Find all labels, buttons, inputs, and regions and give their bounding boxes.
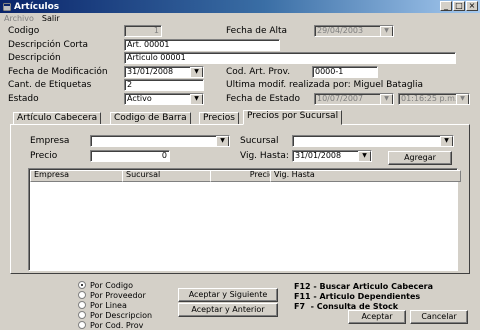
search-options: Por Codigo Por Proveedor Por Linea Por D… [78, 280, 168, 330]
aceptar-anterior-button[interactable]: Aceptar y Anterior [178, 303, 278, 317]
menu-salir[interactable]: Salir [38, 14, 64, 23]
radio-indicator[interactable] [78, 291, 86, 299]
chevron-down-icon[interactable]: ▼ [380, 26, 393, 36]
fecha-alta-value: 29/04/2003 [317, 26, 364, 35]
chevron-down-icon[interactable]: ▼ [456, 94, 469, 104]
fecha-mod-label: Fecha de Modificación [8, 67, 108, 77]
minimize-button[interactable]: _ [440, 1, 452, 11]
codigo-field[interactable]: 1 [124, 25, 162, 37]
aceptar-button[interactable]: Aceptar [348, 310, 406, 324]
agregar-button[interactable]: Agregar [388, 151, 452, 165]
maximize-button[interactable]: □ [453, 1, 465, 11]
estado-label: Estado [8, 94, 39, 104]
fecha-estado-value: 10/07/2007 [317, 94, 364, 103]
chevron-down-icon[interactable]: ▼ [190, 67, 203, 77]
radio-indicator[interactable] [78, 301, 86, 309]
fecha-estado-label: Fecha de Estado [226, 94, 300, 104]
fecha-estado-field[interactable]: 10/07/2007 ▼ [314, 93, 394, 105]
cod-art-prov-field[interactable]: 0000-1 [312, 66, 378, 78]
grid-header-empresa[interactable]: Empresa [30, 170, 127, 182]
cod-art-prov-label: Cod. Art. Prov. [226, 67, 291, 77]
grid-header-precio[interactable]: Precio [210, 170, 278, 182]
estado-value: Activo [127, 94, 152, 103]
radio-por-cod-prov[interactable]: Por Cod. Prov [78, 320, 168, 330]
aceptar-siguiente-button[interactable]: Aceptar y Siguiente [178, 288, 278, 302]
radio-por-codigo[interactable]: Por Codigo [78, 280, 168, 290]
ultima-modif-text: Ultima modif. realizada por: Miguel Bata… [226, 80, 424, 90]
desc-corta-label: Descripción Corta [8, 40, 89, 50]
hora-estado-field[interactable]: 01:16:25 p.m. ▼ [398, 93, 470, 105]
precio-label: Precio [30, 151, 58, 161]
chevron-down-icon[interactable]: ▼ [358, 151, 371, 161]
radio-label: Por Proveedor [90, 290, 146, 300]
fecha-alta-field[interactable]: 29/04/2003 ▼ [314, 25, 394, 37]
radio-label: Por Codigo [90, 280, 134, 290]
desc-corta-field[interactable]: Art. 00001 [124, 39, 280, 51]
cant-etiquetas-field[interactable]: 2 [124, 79, 204, 91]
empresa-select[interactable]: ▼ [90, 135, 230, 147]
chevron-down-icon[interactable]: ▼ [380, 94, 393, 104]
chevron-down-icon[interactable]: ▼ [190, 94, 203, 104]
radio-indicator[interactable] [78, 321, 86, 329]
tab-precios-sucursal[interactable]: Precios por Sucursal [243, 110, 343, 125]
chevron-down-icon[interactable]: ▼ [216, 136, 229, 146]
app-window-icon [2, 2, 12, 11]
grid-header-sucursal[interactable]: Sucursal [122, 170, 215, 182]
radio-por-proveedor[interactable]: Por Proveedor [78, 290, 168, 300]
fecha-mod-value: 31/01/2008 [127, 67, 174, 76]
cant-etiquetas-label: Cant. de Etiquetas [8, 80, 92, 90]
menu-bar: Archivo Salir [0, 13, 480, 24]
chevron-down-icon[interactable]: ▼ [440, 136, 453, 146]
sucursal-label: Sucursal [240, 136, 279, 146]
shortcut-f11: F11 - Articulo Dependientes [294, 292, 421, 301]
radio-label: Por Linea [90, 300, 127, 310]
descripcion-label: Descripción [8, 53, 61, 63]
shortcut-f12: F12 - Buscar Articulo Cabecera [294, 282, 434, 291]
descripcion-field[interactable]: Articulo 00001 [124, 52, 456, 64]
fecha-mod-field[interactable]: 31/01/2008 ▼ [124, 66, 204, 78]
empresa-label: Empresa [30, 136, 70, 146]
vig-hasta-label: Vig. Hasta: [240, 151, 289, 161]
fecha-alta-label: Fecha de Alta [226, 26, 288, 36]
radio-indicator[interactable] [78, 311, 86, 319]
precios-grid[interactable]: Empresa Sucursal Precio Vig. Hasta [28, 168, 461, 271]
hora-estado-value: 01:16:25 p.m. [401, 94, 458, 103]
codigo-label: Codigo [8, 26, 40, 36]
radio-label: Por Cod. Prov [90, 320, 144, 330]
sucursal-select[interactable]: ▼ [292, 135, 454, 147]
radio-por-linea[interactable]: Por Linea [78, 300, 168, 310]
close-button[interactable]: × [466, 1, 478, 11]
title-bar: Artículos [0, 0, 480, 13]
vig-hasta-field[interactable]: 31/01/2008 ▼ [292, 150, 372, 162]
radio-por-descripcion[interactable]: Por Descripcion [78, 310, 168, 320]
vig-hasta-value: 31/01/2008 [295, 151, 342, 160]
estado-select[interactable]: Activo ▼ [124, 93, 204, 105]
cancelar-button[interactable]: Cancelar [410, 310, 468, 324]
radio-label: Por Descripcion [90, 310, 153, 320]
menu-archivo[interactable]: Archivo [0, 14, 38, 23]
precio-field[interactable]: 0 [90, 150, 170, 162]
window-title: Artículos [14, 1, 60, 12]
grid-header-vig-hasta[interactable]: Vig. Hasta [270, 170, 461, 182]
radio-indicator[interactable] [78, 281, 86, 289]
